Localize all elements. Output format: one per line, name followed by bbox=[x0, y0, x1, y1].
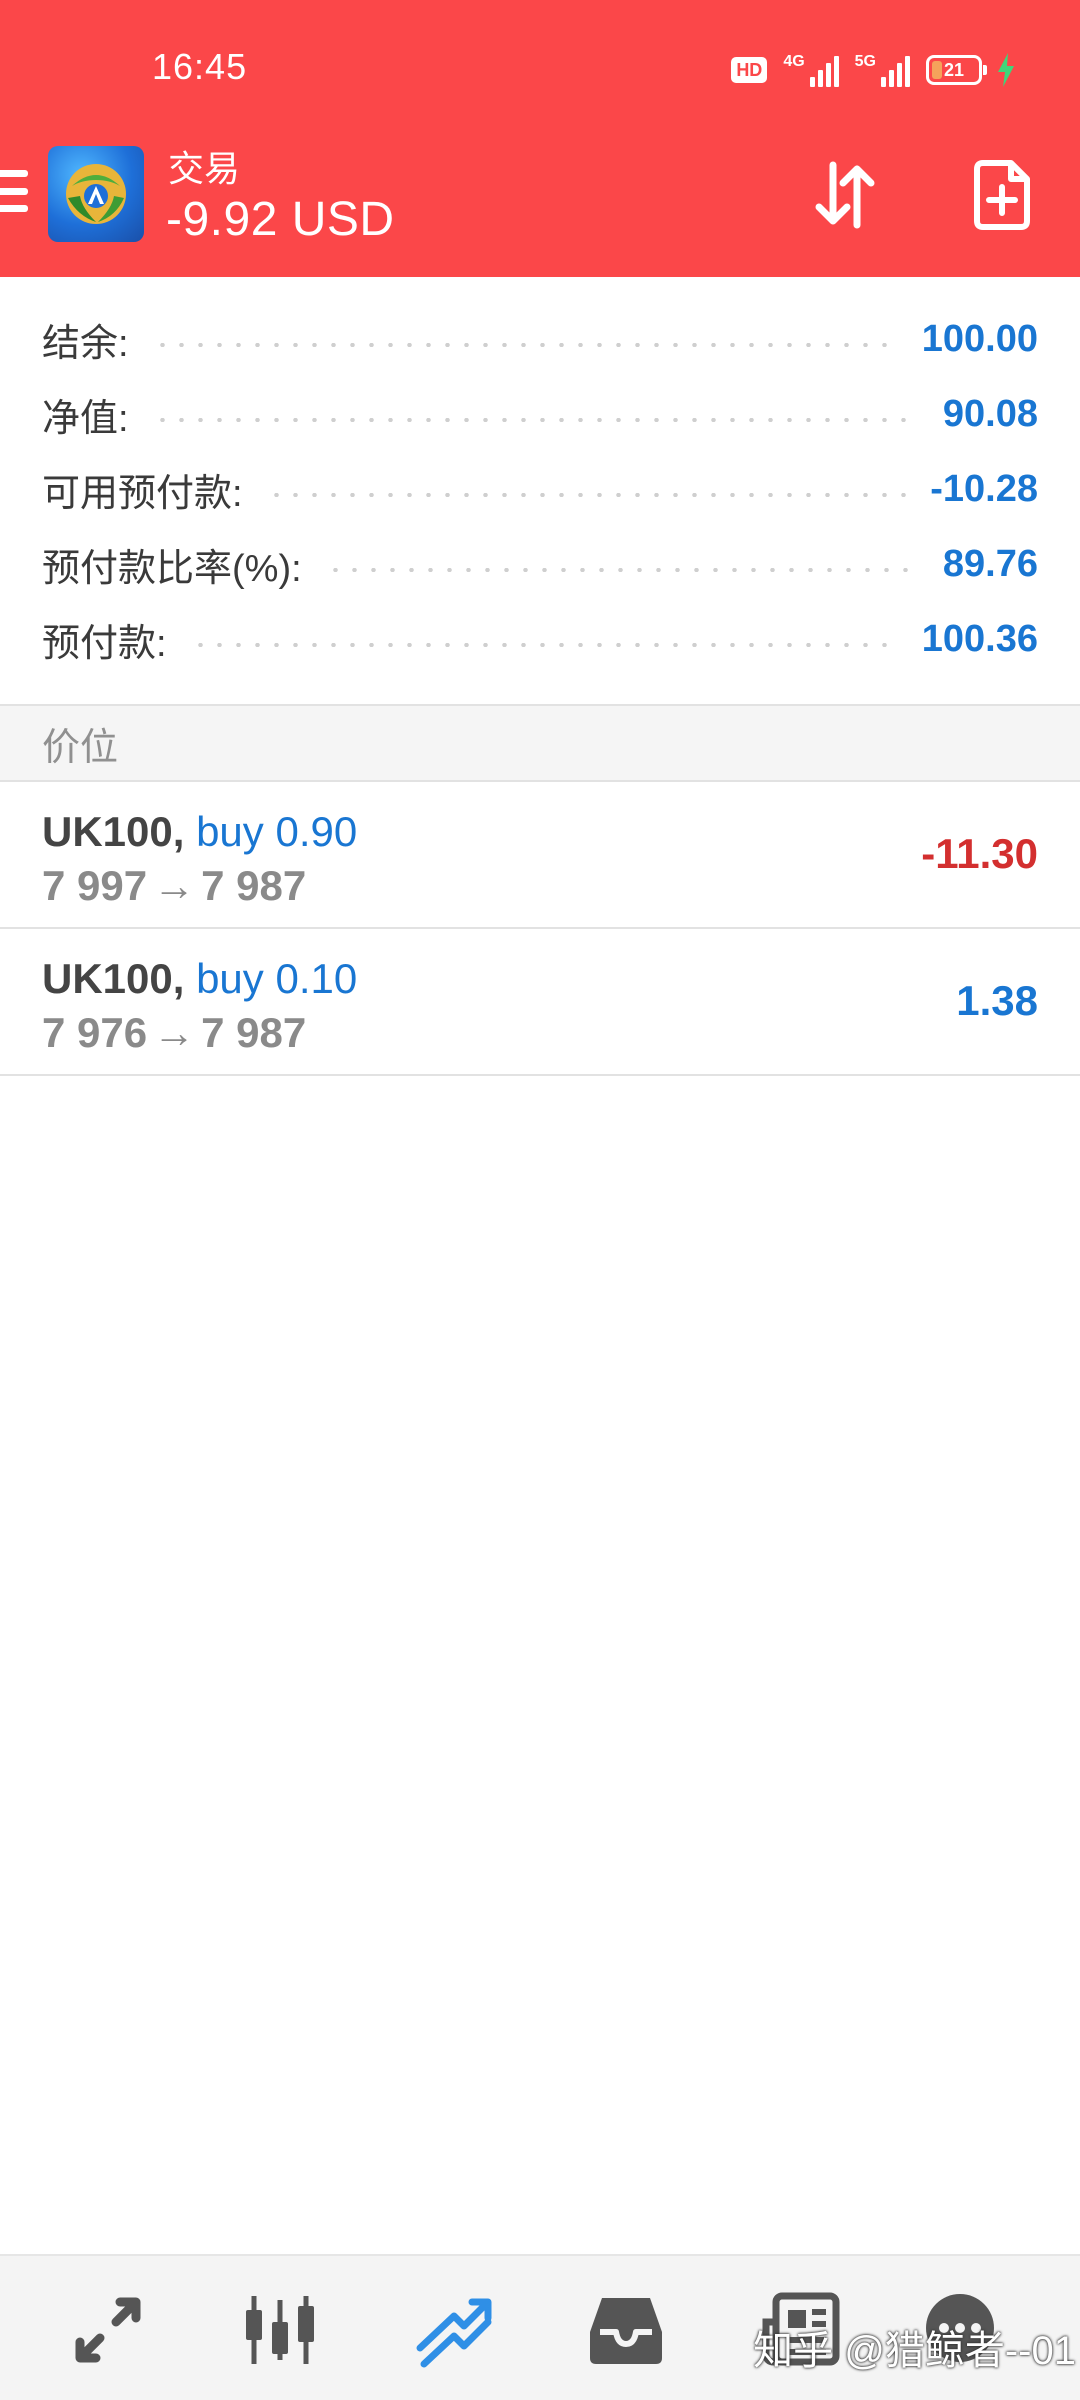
dotted-leader bbox=[325, 567, 919, 572]
arrow-right-icon: → bbox=[153, 1009, 196, 1056]
summary-label: 结余: bbox=[42, 323, 129, 365]
position-profit: -11.30 bbox=[921, 830, 1038, 877]
dotted-leader bbox=[266, 492, 907, 497]
status-icons: HD 4G 5G 21 bbox=[731, 50, 1014, 90]
summary-value: -10.28 bbox=[930, 468, 1038, 510]
summary-value: 100.36 bbox=[921, 618, 1038, 660]
current-price: 7 987 bbox=[201, 862, 307, 909]
summary-row-balance: 结余: 100.00 bbox=[0, 302, 1080, 377]
app-logo bbox=[48, 146, 144, 242]
sort-button[interactable] bbox=[800, 150, 890, 240]
current-price: 7 987 bbox=[201, 1009, 307, 1056]
position-prices: 7 997 → 7 987 bbox=[42, 862, 306, 910]
history-icon bbox=[590, 2298, 662, 2364]
position-row[interactable]: UK100, buy 0.90 7 997 → 7 987 -11.30 bbox=[0, 782, 1080, 927]
new-order-icon bbox=[974, 160, 1030, 230]
summary-value: 90.08 bbox=[942, 393, 1038, 435]
summary-value: 89.76 bbox=[942, 543, 1038, 585]
position-title: UK100, buy 0.10 bbox=[42, 955, 357, 1003]
nav-quotes[interactable] bbox=[68, 2290, 148, 2370]
summary-row-equity: 净值: 90.08 bbox=[0, 377, 1080, 452]
position-symbol: UK100, bbox=[42, 808, 185, 855]
nav-trade[interactable] bbox=[414, 2290, 494, 2370]
position-title: UK100, buy 0.90 bbox=[42, 808, 357, 856]
summary-label: 可用预付款: bbox=[42, 473, 243, 515]
dotted-leader bbox=[152, 342, 898, 347]
sort-icon bbox=[815, 161, 875, 229]
menu-icon[interactable] bbox=[0, 170, 28, 212]
arrow-right-icon: → bbox=[153, 862, 196, 909]
summary-value: 100.00 bbox=[921, 318, 1038, 360]
new-order-button[interactable] bbox=[957, 150, 1047, 240]
section-header-positions: 价位 bbox=[0, 706, 1080, 780]
position-side: buy 0.10 bbox=[196, 955, 358, 1002]
summary-label: 净值: bbox=[42, 398, 129, 440]
bottom-navigation: 知乎 @猎鲸者--01 bbox=[0, 2254, 1080, 2400]
battery-icon: 21 bbox=[926, 55, 987, 85]
open-price: 7 976 bbox=[42, 1009, 148, 1056]
divider bbox=[0, 1074, 1080, 1076]
chart-icon bbox=[246, 2296, 314, 2364]
charging-icon bbox=[998, 53, 1014, 87]
position-prices: 7 976 → 7 987 bbox=[42, 1009, 306, 1057]
page-title: 交易 bbox=[168, 148, 241, 189]
position-symbol: UK100, bbox=[42, 955, 185, 1002]
watermark: 知乎 @猎鲸者--01 bbox=[753, 2329, 1076, 2373]
summary-label: 预付款比率(%): bbox=[42, 548, 302, 590]
app-header: 16:45 HD 4G 5G 21 交易 -9.92 USD bbox=[0, 0, 1080, 277]
signal-5g-icon: 5G bbox=[855, 53, 910, 87]
position-row[interactable]: UK100, buy 0.10 7 976 → 7 987 1.38 bbox=[0, 929, 1080, 1074]
status-time: 16:45 bbox=[152, 46, 248, 87]
section-title: 价位 bbox=[42, 726, 119, 769]
open-price: 7 997 bbox=[42, 862, 148, 909]
position-side: buy 0.90 bbox=[196, 808, 358, 855]
account-summary: 结余: 100.00 净值: 90.08 可用预付款: -10.28 预付款比率… bbox=[0, 302, 1080, 677]
nav-chart[interactable] bbox=[240, 2290, 320, 2370]
quotes-icon bbox=[75, 2297, 141, 2363]
summary-label: 预付款: bbox=[42, 623, 167, 665]
dotted-leader bbox=[152, 417, 919, 422]
signal-4g-icon: 4G bbox=[783, 53, 839, 87]
summary-row-margin: 预付款: 100.36 bbox=[0, 602, 1080, 677]
summary-row-free-margin: 可用预付款: -10.28 bbox=[0, 452, 1080, 527]
floating-profit: -9.92 USD bbox=[166, 193, 395, 246]
summary-row-margin-level: 预付款比率(%): 89.76 bbox=[0, 527, 1080, 602]
nav-history[interactable] bbox=[586, 2290, 666, 2370]
position-profit: 1.38 bbox=[956, 977, 1038, 1024]
trade-icon bbox=[416, 2298, 492, 2368]
hd-icon: HD bbox=[731, 57, 768, 83]
dotted-leader bbox=[190, 642, 898, 647]
